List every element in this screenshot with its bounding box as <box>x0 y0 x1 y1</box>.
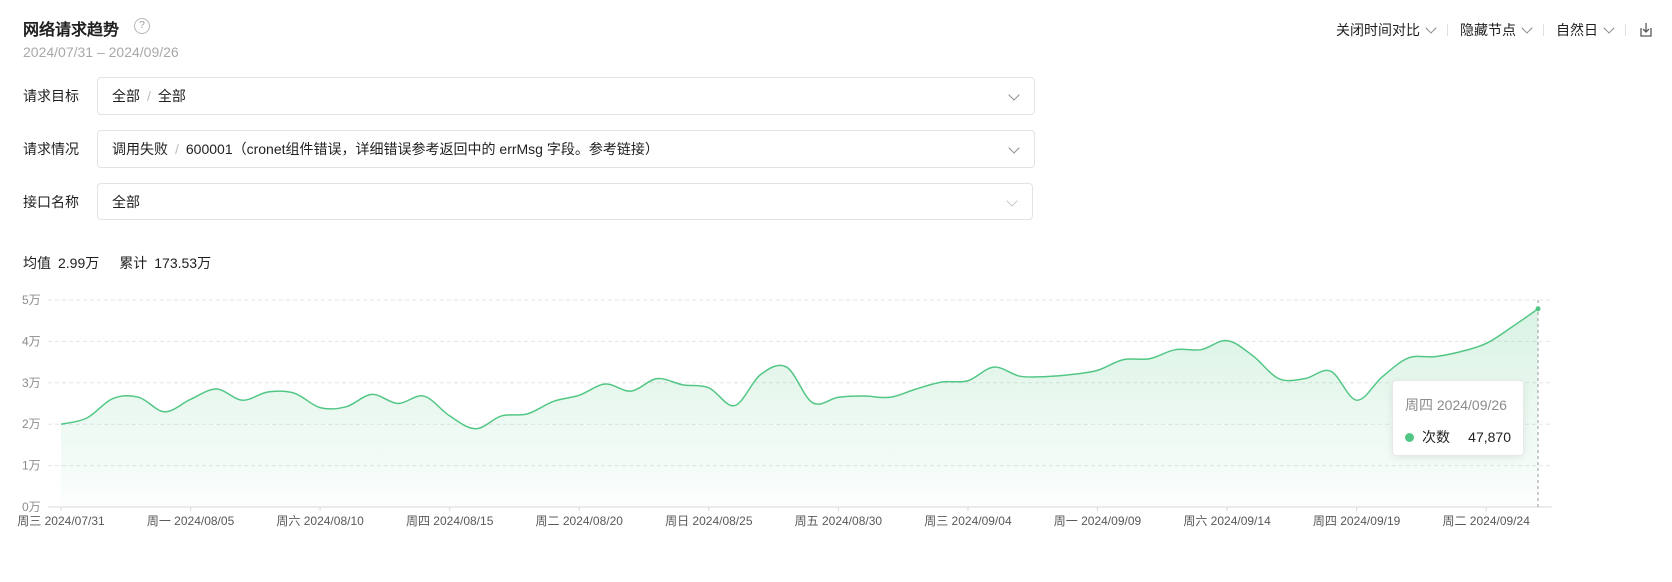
granularity-label: 自然日 <box>1556 22 1598 38</box>
chevron-down-icon <box>1425 22 1437 34</box>
filter-target-label: 请求目标 <box>23 88 79 104</box>
total-value: 173.53万 <box>154 255 212 271</box>
y-tick-label: 4万 <box>22 334 41 348</box>
filter-status-row: 请求情况 调用失败 / 600001（cronet组件错误，详细错误参考返回中的… <box>23 130 1035 168</box>
x-tick-label: 周四 2024/09/19 <box>1313 514 1401 528</box>
x-tick-label: 周一 2024/08/05 <box>147 514 235 528</box>
total-stat: 累计 173.53万 <box>119 253 211 273</box>
filter-target-row: 请求目标 全部 / 全部 <box>23 77 1035 115</box>
select-value-2: 全部 <box>157 88 186 104</box>
chart-tooltip: 周四 2024/09/26 次数 47,870 <box>1392 380 1524 456</box>
tooltip-title: 周四 2024/09/26 <box>1405 397 1507 413</box>
filter-api-row: 接口名称 全部 <box>23 183 1033 220</box>
time-compare-dropdown[interactable]: 关闭时间对比 <box>1324 20 1447 40</box>
total-label: 累计 <box>119 255 148 271</box>
chevron-down-icon <box>1603 22 1615 34</box>
x-tick-label: 周二 2024/09/24 <box>1442 514 1530 528</box>
y-tick-label: 1万 <box>22 459 41 473</box>
avg-label: 均值 <box>23 255 51 271</box>
hide-nodes-dropdown[interactable]: 隐藏节点 <box>1448 20 1543 40</box>
x-tick-label: 周三 2024/07/31 <box>17 514 105 528</box>
page-title: 网络请求趋势 <box>23 22 120 39</box>
x-tick-label: 周三 2024/09/04 <box>924 514 1012 528</box>
avg-value: 2.99万 <box>58 255 100 271</box>
select-value-2: 600001（cronet组件错误，详细错误参考返回中的 errMsg 字段。参… <box>185 141 659 157</box>
x-tick-label: 周五 2024/08/30 <box>795 514 883 528</box>
help-icon[interactable]: ? <box>134 18 150 34</box>
granularity-dropdown[interactable]: 自然日 <box>1544 20 1625 40</box>
path-separator: / <box>147 88 151 104</box>
date-range: 2024/07/31 – 2024/09/26 <box>23 44 179 60</box>
request-status-select[interactable]: 调用失败 / 600001（cronet组件错误，详细错误参考返回中的 errM… <box>97 130 1035 168</box>
hide-nodes-label: 隐藏节点 <box>1460 22 1516 38</box>
api-name-select[interactable]: 全部 <box>97 183 1033 220</box>
series-dot-icon <box>1405 432 1414 442</box>
chart-controls: 关闭时间对比 隐藏节点 自然日 <box>1324 20 1654 40</box>
filter-status-label: 请求情况 <box>23 141 79 157</box>
avg-stat: 均值 2.99万 <box>23 253 99 273</box>
series-area <box>61 308 1538 507</box>
x-tick-label: 周四 2024/08/15 <box>406 514 494 528</box>
chevron-down-icon <box>1006 195 1018 207</box>
summary-stats: 均值 2.99万 累计 173.53万 <box>23 253 211 273</box>
y-tick-label: 5万 <box>22 293 41 307</box>
y-tick-label: 3万 <box>22 376 41 390</box>
select-value-1: 调用失败 <box>112 141 168 157</box>
download-icon[interactable] <box>1638 22 1654 38</box>
y-tick-label: 0万 <box>22 500 41 514</box>
path-separator: / <box>175 141 179 157</box>
filter-api-label: 接口名称 <box>23 193 79 210</box>
time-compare-label: 关闭时间对比 <box>1336 22 1420 38</box>
hover-point <box>1535 306 1541 312</box>
chevron-down-icon <box>1008 89 1020 101</box>
divider <box>1625 24 1626 36</box>
tooltip-row: 次数 47,870 <box>1405 427 1511 447</box>
y-tick-label: 2万 <box>22 417 41 431</box>
x-tick-label: 周六 2024/08/10 <box>276 514 364 528</box>
chevron-down-icon <box>1008 142 1020 154</box>
x-tick-label: 周二 2024/08/20 <box>536 514 624 528</box>
x-tick-label: 周日 2024/08/25 <box>665 514 753 528</box>
x-tick-label: 周一 2024/09/09 <box>1054 514 1142 528</box>
tooltip-value: 47,870 <box>1468 429 1511 445</box>
select-value-1: 全部 <box>112 88 140 104</box>
chevron-down-icon <box>1521 22 1533 34</box>
select-value: 全部 <box>112 193 140 210</box>
tooltip-series-name: 次数 <box>1422 429 1450 445</box>
request-target-select[interactable]: 全部 / 全部 <box>97 77 1035 115</box>
x-tick-label: 周六 2024/09/14 <box>1183 514 1271 528</box>
